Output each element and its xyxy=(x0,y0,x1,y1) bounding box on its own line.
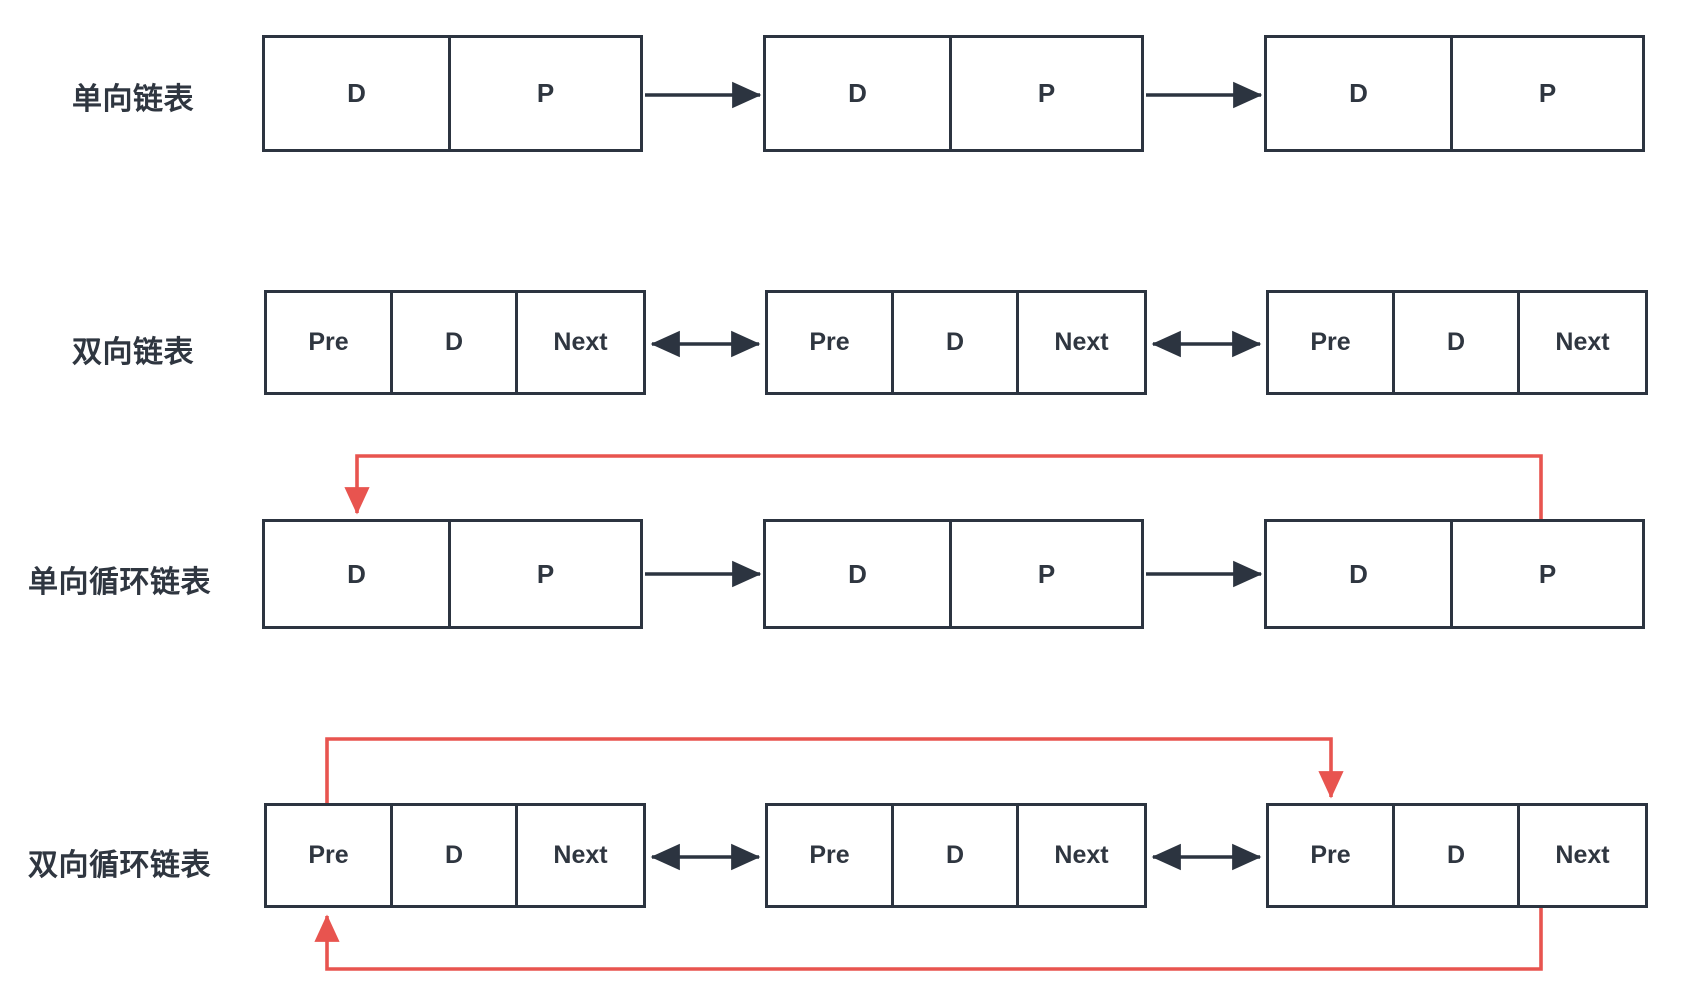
row-label-singly-circular-linked-list: 单向循环链表 xyxy=(28,566,211,599)
row-label-doubly-linked-list: 双向链表 xyxy=(72,336,194,369)
node-doubly-circular-3: Pre D Next xyxy=(1266,803,1648,908)
cell-data: D xyxy=(766,38,952,149)
cell-next: Next xyxy=(1555,328,1610,356)
node-singly-2: D P xyxy=(763,35,1144,152)
cell-pointer: P xyxy=(1538,558,1557,589)
loop-arrow-doubly-circular-bottom xyxy=(314,908,1543,971)
node-singly-circular-1: D P xyxy=(262,519,643,629)
cell-next: Next xyxy=(553,328,608,356)
cell-data: D xyxy=(265,522,451,626)
cell-data: D xyxy=(1395,806,1521,905)
cell-pre: Pre xyxy=(267,806,393,905)
cell-pointer: P xyxy=(536,558,555,589)
node-singly-1: D P xyxy=(262,35,643,152)
loop-arrow-doubly-circular-top xyxy=(325,737,1344,803)
cell-pointer: P xyxy=(1037,558,1056,589)
node-singly-circular-2: D P xyxy=(763,519,1144,629)
cell-data: D xyxy=(894,293,1020,392)
cell-pre: Pre xyxy=(1269,806,1395,905)
cell-data: D xyxy=(1267,522,1453,626)
cell-next: Next xyxy=(1054,328,1109,356)
node-doubly-circular-1: Pre D Next xyxy=(264,803,646,908)
loop-arrow-singly-circular xyxy=(344,454,1543,519)
cell-pointer: P xyxy=(1538,78,1557,108)
cell-pre: Pre xyxy=(768,293,894,392)
cell-data: D xyxy=(393,806,519,905)
cell-pre: Pre xyxy=(768,806,894,905)
cell-next: Next xyxy=(1555,841,1610,869)
node-doubly-1: Pre D Next xyxy=(264,290,646,395)
node-singly-circular-3: D P xyxy=(1264,519,1645,629)
cell-data: D xyxy=(766,522,952,626)
cell-pre: Pre xyxy=(267,293,393,392)
cell-data: D xyxy=(894,806,1020,905)
cell-next: Next xyxy=(553,841,608,869)
row-label-singly-linked-list: 单向链表 xyxy=(72,83,194,116)
cell-data: D xyxy=(265,38,451,149)
cell-data: D xyxy=(1267,38,1453,149)
node-doubly-circular-2: Pre D Next xyxy=(765,803,1147,908)
cell-pre: Pre xyxy=(1269,293,1395,392)
cell-pointer: P xyxy=(536,78,555,108)
cell-pointer: P xyxy=(1037,78,1056,108)
cell-next: Next xyxy=(1054,841,1109,869)
cell-data: D xyxy=(1395,293,1521,392)
node-singly-3: D P xyxy=(1264,35,1645,152)
node-doubly-2: Pre D Next xyxy=(765,290,1147,395)
cell-data: D xyxy=(393,293,519,392)
row-label-doubly-circular-linked-list: 双向循环链表 xyxy=(28,849,211,882)
node-doubly-3: Pre D Next xyxy=(1266,290,1648,395)
linked-list-diagram: 单向链表 双向链表 单向循环链表 双向循环链表 D P D P D P Pre … xyxy=(0,0,1698,1002)
